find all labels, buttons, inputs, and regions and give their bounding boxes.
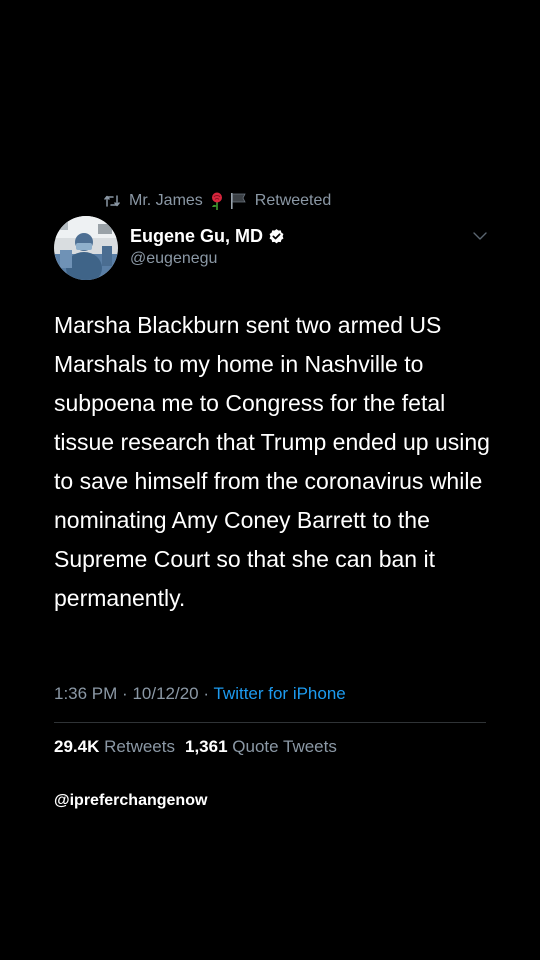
retweet-icon — [104, 194, 120, 208]
tweet-menu-chevron-down-icon[interactable] — [470, 228, 490, 244]
retweets-label: Retweets — [104, 737, 175, 756]
retweets-count: 29.4K — [54, 737, 100, 756]
tweet-meta: 1:36 PM · 10/12/20 · Twitter for iPhone — [54, 684, 346, 704]
retweeter-name[interactable]: Mr. James — [129, 192, 203, 210]
tweet-stats: 29.4K Retweets 1,361 Quote Tweets — [54, 737, 337, 757]
retweets-stat[interactable]: 29.4K Retweets — [54, 737, 175, 756]
avatar[interactable] — [54, 216, 118, 280]
meta-separator: · — [122, 684, 128, 703]
quote-tweets-stat[interactable]: 1,361 Quote Tweets — [185, 737, 337, 756]
rose-icon — [209, 191, 225, 211]
retweeted-label: Retweeted — [254, 192, 332, 209]
black-flag-icon — [229, 192, 247, 210]
quote-tweets-label: Quote Tweets — [232, 737, 337, 756]
tweet-time[interactable]: 1:36 PM — [54, 684, 117, 703]
tweet-source-link[interactable]: Twitter for iPhone — [213, 684, 345, 703]
verified-badge-icon — [268, 228, 285, 245]
meta-separator: · — [203, 684, 210, 703]
author-name[interactable]: Eugene Gu, MD — [130, 226, 263, 247]
tweet-date[interactable]: 10/12/20 — [132, 684, 198, 703]
watermark: @ipreferchangenow — [54, 792, 208, 809]
tweet-author[interactable]: Eugene Gu, MD @eugenegu — [130, 224, 285, 268]
divider — [54, 722, 486, 723]
tweet-text: Marsha Blackburn sent two armed US Marsh… — [54, 312, 490, 611]
retweet-context: Mr. James Retweeted — [104, 190, 331, 212]
author-handle[interactable]: @eugenegu — [130, 250, 285, 268]
quote-tweets-count: 1,361 — [184, 737, 228, 756]
